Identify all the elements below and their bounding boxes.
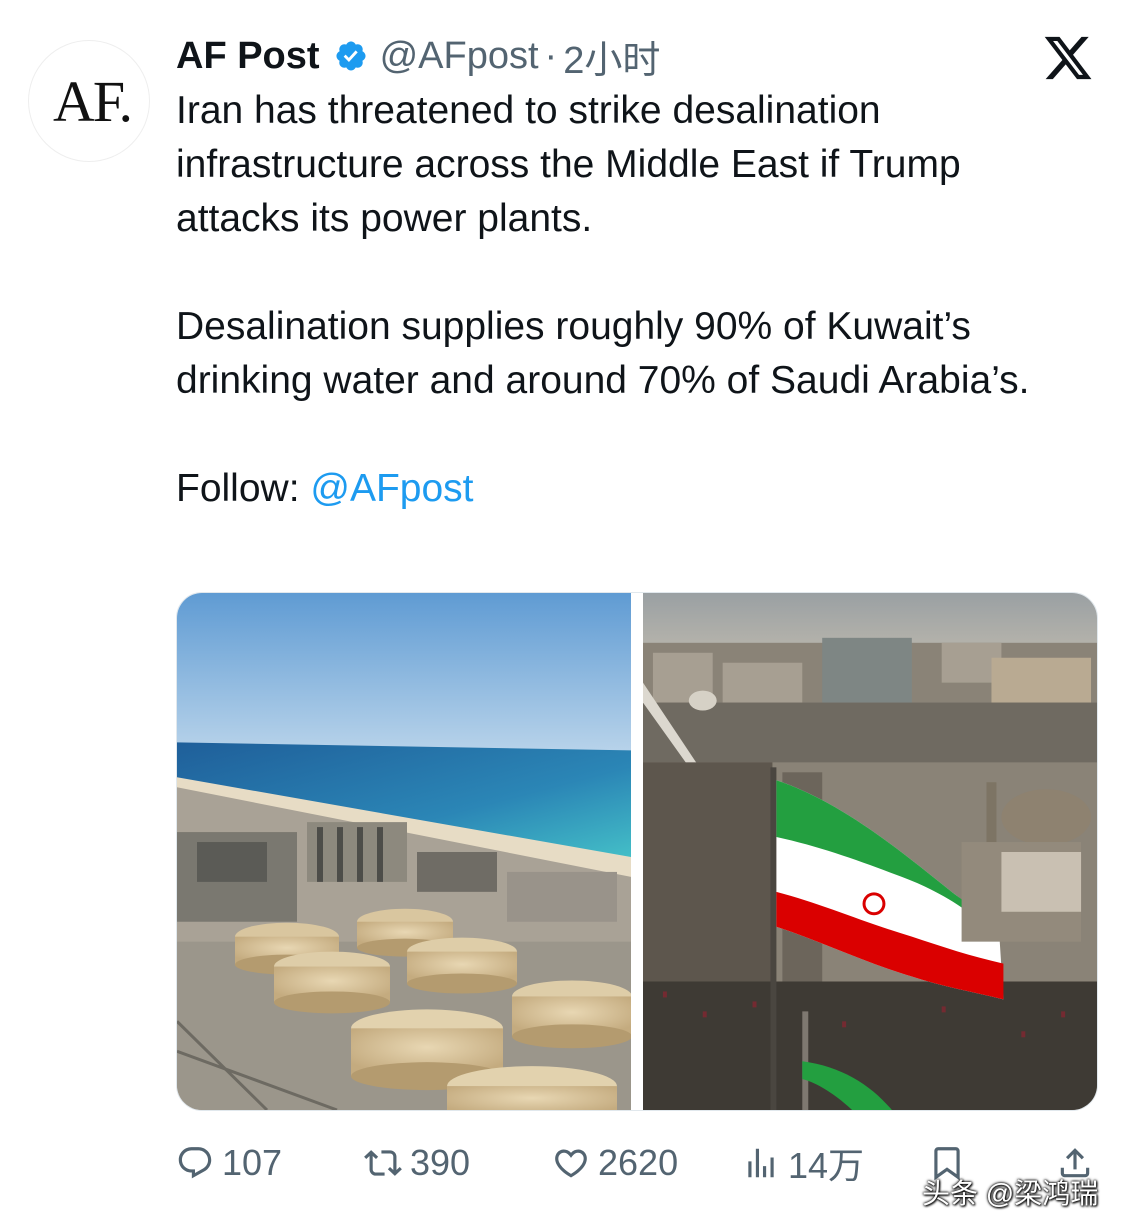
- views-chart-icon: [748, 1148, 774, 1178]
- heart-icon: [555, 1149, 587, 1178]
- reply-button[interactable]: 107: [176, 1138, 282, 1188]
- follow-label: Follow:: [176, 467, 311, 510]
- reply-count: 107: [222, 1142, 283, 1183]
- desalination-plant-photo-icon: [177, 593, 631, 1110]
- handle[interactable]: @AFpost: [380, 35, 539, 78]
- x-logo-icon[interactable]: [1042, 32, 1094, 84]
- repost-icon: [364, 1150, 402, 1176]
- repost-count: 390: [410, 1142, 471, 1183]
- separator-dot: ·: [544, 34, 558, 77]
- desalination-plant-image[interactable]: [177, 593, 631, 1110]
- like-button[interactable]: 2620: [552, 1138, 678, 1188]
- verified-badge-icon: [336, 41, 366, 71]
- tweet-paragraph-1: Iran has threatened to strike desalinati…: [176, 89, 961, 240]
- repost-button[interactable]: 390: [364, 1138, 470, 1188]
- iran-flag-over-city-photo-icon: [643, 593, 1097, 1110]
- display-name[interactable]: AF Post: [176, 35, 320, 78]
- like-count: 2620: [598, 1142, 679, 1183]
- tweet-paragraph-2: Desalination supplies roughly 90% of Kuw…: [176, 305, 1030, 402]
- views-button[interactable]: 14万: [742, 1138, 864, 1188]
- views-count: 14万: [788, 1145, 865, 1186]
- watermark: 头条 @梁鸿瑞: [922, 1178, 1099, 1209]
- follow-mention-link[interactable]: @AFpost: [310, 467, 473, 510]
- tweet-header: AF Post @AFpost · 2小时: [176, 28, 660, 84]
- tweet-text: Iran has threatened to strike desalinati…: [176, 84, 1086, 516]
- follow-line: Follow: @AFpost: [176, 462, 1086, 516]
- media-grid: [176, 592, 1098, 1111]
- iran-flag-image[interactable]: [643, 593, 1097, 1110]
- timestamp[interactable]: 2小时: [563, 29, 660, 84]
- avatar-text: AF.: [53, 68, 133, 134]
- reply-icon: [178, 1147, 212, 1179]
- avatar[interactable]: AF.: [28, 40, 150, 162]
